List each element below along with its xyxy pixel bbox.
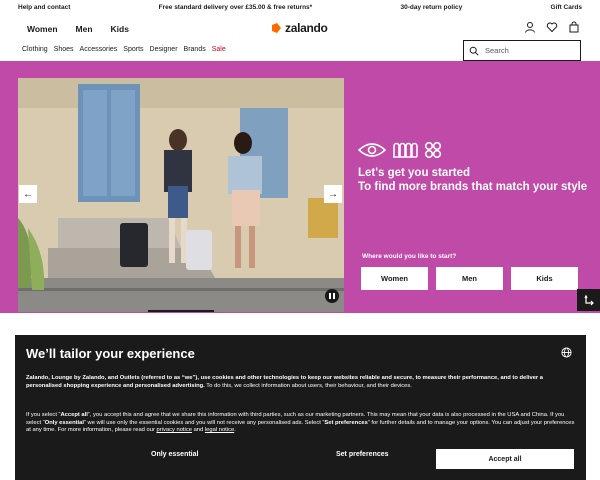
category-clothing[interactable]: Clothing [22,46,48,53]
cookie-details-prefs-term: Set preferences [324,419,368,426]
gift-cards-link[interactable]: Gift Cards [551,4,582,11]
cookie-details-accept-term: Accept all [60,412,88,418]
category-sports[interactable]: Sports [123,46,143,53]
search-input[interactable] [485,46,575,55]
hero-heading: Let's get you started To find more brand… [358,166,588,194]
hero-image[interactable] [18,78,344,312]
wishlist-icon[interactable] [546,21,558,33]
carousel-progress-indicator [148,310,214,312]
only-essential-button[interactable]: Only essential [151,451,198,458]
legal-notice-link[interactable]: legal notice [205,427,234,433]
cookie-title: We’ll tailor your experience [26,346,195,361]
category-list: Clothing Shoes Accessories Sports Design… [22,46,226,53]
pause-icon-bar [333,293,335,299]
bag-icon[interactable] [568,21,580,33]
cookie-details-part: If you select “ [26,412,61,418]
header-icons [524,21,580,33]
cookie-details-part: . [234,427,236,433]
hero-heading-line2: To find more brands that match your styl… [358,181,588,193]
main-header: Women Men Kids zalando [0,14,600,42]
cookie-details-text: If you select “Accept all”, you accept t… [26,412,578,435]
carousel-pause-button[interactable] [325,289,339,303]
zalando-logo-mark-icon [272,23,281,33]
cookie-intro-rest: To do this, we collect information about… [204,382,412,389]
hero-icon-group [358,141,442,159]
logo-text: zalando [285,21,328,35]
accept-all-button[interactable]: Accept all [436,449,574,469]
cookie-details-essential-term: Only essential [44,419,84,426]
category-brands[interactable]: Brands [184,46,206,53]
hero-heading-line1: Let's get you started [358,167,471,179]
category-designer[interactable]: Designer [150,46,178,53]
carousel-prev-button[interactable]: ← [19,185,37,203]
hero-photo-illustration [18,78,344,312]
choice-kids-button[interactable]: Kids [511,267,578,290]
returns-info[interactable]: 30-day return policy [400,4,462,11]
carousel-next-button[interactable]: → [324,185,342,203]
search-box[interactable] [463,40,581,61]
cookie-consent-dialog: We’ll tailor your experience Zalando, Lo… [15,335,586,480]
cookie-intro-text: Zalando, Lounge by Zalando, and Outlets … [26,375,578,390]
choice-men-button[interactable]: Men [436,267,503,290]
pause-icon-bar [329,293,331,299]
account-icon[interactable] [524,21,536,33]
nav-men[interactable]: Men [76,24,93,34]
cookie-details-part: ” we will use only the essential cookies… [84,419,325,426]
category-nav: Clothing Shoes Accessories Sports Design… [0,40,600,61]
help-contact-link[interactable]: Help and contact [18,4,70,11]
category-sale[interactable]: Sale [212,46,226,53]
choice-women-button[interactable]: Women [361,267,428,290]
category-accessories[interactable]: Accessories [80,46,118,53]
set-preferences-button[interactable]: Set preferences [336,451,389,458]
nav-women[interactable]: Women [27,24,58,34]
category-shoes[interactable]: Shoes [54,46,74,53]
nav-kids[interactable]: Kids [111,24,129,34]
search-icon [469,46,479,56]
start-label: Where would you like to start? [362,253,457,260]
globe-icon[interactable] [561,347,572,358]
zalando-logo[interactable]: zalando [270,21,328,35]
eye-icon [358,143,386,157]
gender-choice-row: Women Men Kids [361,267,578,290]
cookie-details-part: and [191,427,205,433]
privacy-notice-link[interactable]: privacy notice [157,427,192,433]
delivery-info[interactable]: Free standard delivery over £35.00 & fre… [159,4,313,11]
textile-icon [393,142,418,158]
swap-arrows-icon [583,294,594,306]
arrow-right-icon: → [328,188,338,200]
grid-icon [424,141,442,159]
arrow-left-icon: ← [23,188,33,200]
side-panel-toggle[interactable] [577,289,600,311]
gender-nav: Women Men Kids [27,24,129,34]
utility-bar: Help and contact Free standard delivery … [0,0,600,14]
